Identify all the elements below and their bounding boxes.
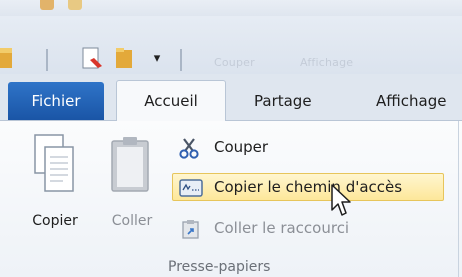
copy-button-label: Copier <box>32 213 78 229</box>
faded-title-text-1: Couper <box>214 56 255 69</box>
paste-shortcut-icon <box>182 220 199 239</box>
window-icon <box>40 0 54 10</box>
group-divider <box>458 121 459 277</box>
new-folder-icon[interactable] <box>114 46 136 70</box>
paste-shortcut-button[interactable]: Coller le raccourci <box>172 214 450 242</box>
cut-button[interactable]: Couper <box>172 133 450 161</box>
window-icon-2 <box>68 0 82 10</box>
copy-path-icon <box>179 179 203 197</box>
customize-toolbar-dropdown[interactable]: ▾ <box>150 50 164 68</box>
tab-affichage[interactable]: Affichage <box>376 82 446 120</box>
cut-button-label: Couper <box>214 138 269 156</box>
clipboard-group-label: Presse-papiers <box>168 259 271 275</box>
faded-title-text-2: Affichage <box>300 56 354 69</box>
paste-shortcut-button-label: Coller le raccourci <box>214 219 350 237</box>
copy-icon <box>34 134 74 192</box>
quick-access-toolbar: ▾ Couper Affichage <box>0 16 462 74</box>
toolbar-separator <box>46 49 48 71</box>
tab-accueil[interactable]: Accueil <box>116 80 226 122</box>
clipboard-icon <box>111 137 149 192</box>
properties-icon[interactable] <box>82 47 104 71</box>
ribbon-tab-row: Fichier Accueil Partage Affichage <box>0 74 462 122</box>
copy-button[interactable]: Copier <box>22 133 88 233</box>
window-title-strip <box>0 0 462 16</box>
scissors-icon <box>179 138 199 159</box>
copy-path-button-label: Copier le chemin d'accès <box>214 178 403 196</box>
copy-path-button[interactable]: Copier le chemin d'accès <box>172 173 444 201</box>
paste-button[interactable]: Coller <box>102 133 162 233</box>
toolbar-separator-2 <box>180 49 182 71</box>
folder-icon[interactable] <box>0 46 14 70</box>
tab-partage[interactable]: Partage <box>254 82 312 120</box>
tab-fichier[interactable]: Fichier <box>8 82 104 120</box>
ribbon-body: Copier Coller Couper Copier le chemin d'… <box>0 121 462 277</box>
mouse-cursor-icon <box>331 184 351 216</box>
paste-button-label: Coller <box>111 213 153 229</box>
